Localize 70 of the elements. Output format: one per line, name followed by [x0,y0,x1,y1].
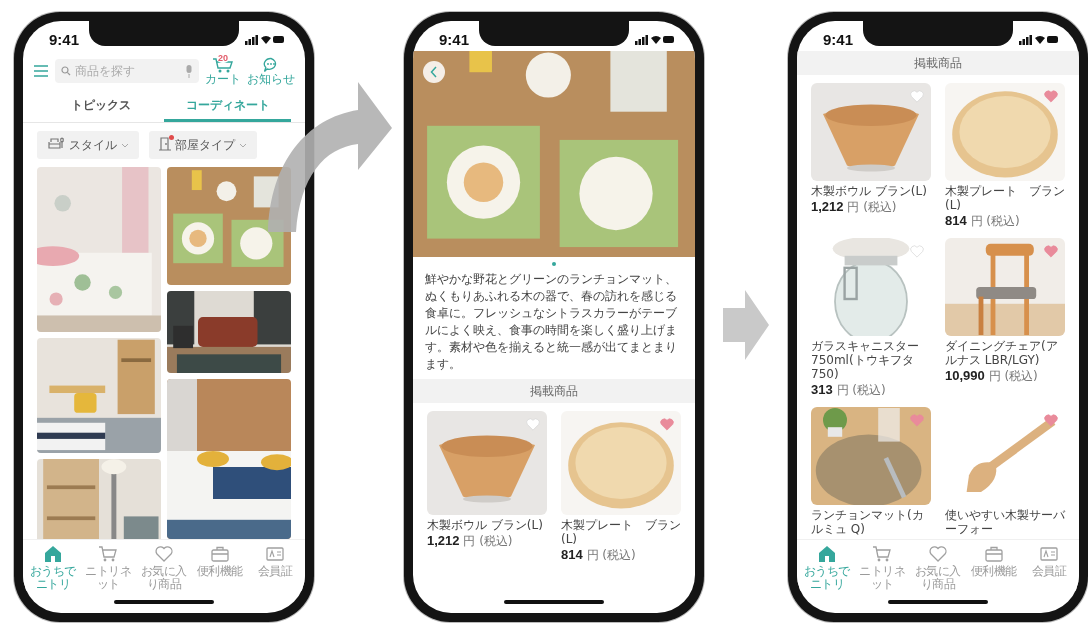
section-header: 掲載商品 [413,379,695,403]
heart-icon [154,544,174,564]
nav-item[interactable]: 会員証 [247,544,303,591]
nav-item[interactable]: お気に入り商品 [910,544,966,591]
product-name: 使いやすい木製サーバーフォー [945,508,1065,536]
product-name: ダイニングチェア(アルナス LBR/LGY) [945,339,1059,367]
section-header: 掲載商品 [797,51,1079,75]
heart-icon[interactable] [1044,414,1058,427]
product-price: 10,990 円 (税込) [945,368,1039,385]
product-price: 313 円 (税込) [811,382,887,399]
door-icon [159,136,171,151]
product-name: 木製プレート ブラン(L) [561,518,681,546]
status-time: 9:41 [439,30,470,48]
cart-count-badge: 20 [217,52,229,63]
tab[interactable]: コーディネート [164,91,291,122]
nav-item[interactable]: おうちでニトリ [799,544,855,591]
status-icons [245,33,285,45]
product-name: ガラスキャニスター750ml(トウキフタ 750) [811,339,920,381]
product-name: 木製ボウル ブラン(L) [811,184,928,198]
status-icons [635,33,675,45]
product-name: 木製プレート ブラン(L) [945,184,1065,212]
nav-item[interactable]: お気に入り商品 [136,544,192,591]
nav-item[interactable]: ニトリネット [854,544,911,591]
product-name: 木製ボウル ブラン(L) [427,518,544,532]
filter-chip[interactable]: スタイル [37,131,139,159]
briefcase-icon [209,544,230,564]
chevron-down-icon [121,142,129,148]
page-dot[interactable] [552,262,556,266]
heart-icon [928,544,948,564]
nav-item[interactable]: 便利機能 [965,544,1022,591]
notice-button[interactable]: お知らせ [247,56,295,86]
arrow-icon [723,290,769,360]
search-icon [61,66,71,76]
product-price: 1,212 円 (税込) [427,533,514,550]
product-price: 1,212 円 (税込) [811,199,898,216]
status-icons [1019,33,1059,45]
cart-icon [98,544,119,564]
home-icon [42,544,63,564]
heart-icon[interactable] [910,90,924,103]
tab[interactable]: トピックス [37,91,164,122]
nav-item[interactable]: 便利機能 [191,544,248,591]
product-name: ランチョンマット(カルミュ Q) [811,508,925,536]
sofa-icon [47,137,65,150]
cart-icon [212,56,234,73]
heart-icon[interactable] [910,245,924,258]
chevron-down-icon [239,142,247,148]
heart-icon[interactable] [1044,245,1058,258]
nav-item[interactable]: ニトリネット [80,544,137,591]
status-time: 9:41 [49,30,80,48]
card-icon [1039,544,1060,564]
status-time: 9:41 [823,30,854,48]
briefcase-icon [983,544,1004,564]
chat-bubble-icon [263,56,279,73]
nav-item[interactable]: 会員証 [1021,544,1077,591]
product-price: 814 円 (税込) [945,213,1021,230]
card-icon [265,544,286,564]
menu-icon[interactable] [33,64,49,78]
chevron-left-icon [430,66,438,78]
product-price: 814 円 (税込) [561,547,637,564]
heart-icon[interactable] [660,418,674,431]
microphone-icon[interactable] [185,64,193,78]
filter-chip[interactable]: 部屋タイプ [149,131,257,159]
home-icon [816,544,837,564]
nav-item[interactable]: おうちでニトリ [25,544,81,591]
search-field[interactable]: 商品を探す [55,59,199,83]
description-text: 鮮やかな野花とグリーンのランチョンマット、ぬくもりあふれる木の器で、春の訪れを感じる食卓に。フレッシュなシトラスカラーがテーブルによく映え、食事の時間を楽しく盛り上げます。素材や色を揃えると統一感が出てまとまります。 [424,271,678,373]
cart-icon [872,544,893,564]
heart-icon[interactable] [526,418,540,431]
heart-icon[interactable] [910,414,924,427]
heart-icon[interactable] [1044,90,1058,103]
